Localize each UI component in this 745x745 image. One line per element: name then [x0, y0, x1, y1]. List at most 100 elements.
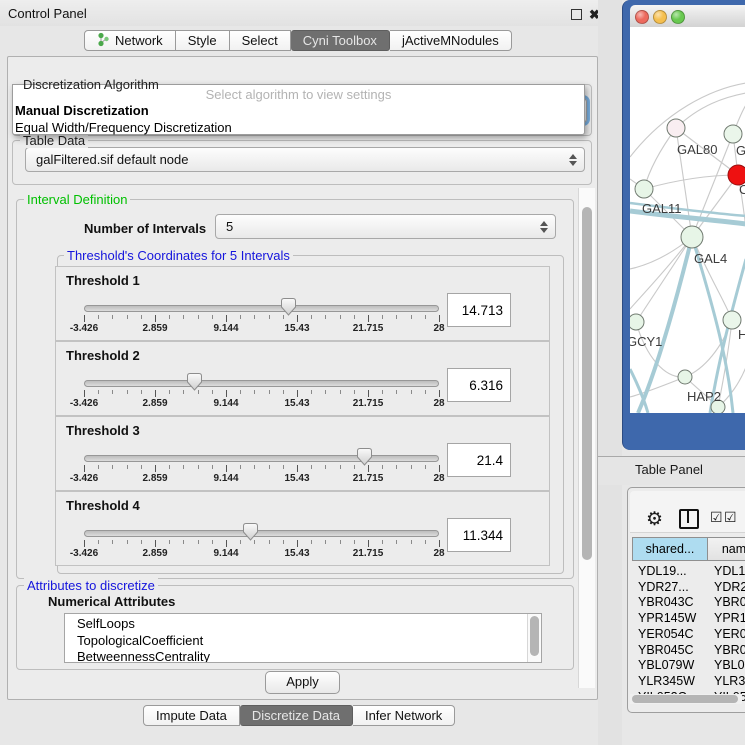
slider-tick [269, 540, 270, 544]
tab-impute-data[interactable]: Impute Data [143, 705, 240, 726]
network-node-HAP2[interactable] [678, 370, 692, 384]
table-cell[interactable]: YLR345W [638, 674, 706, 688]
slider-thumb-threshold-1[interactable] [281, 298, 296, 316]
table-cell[interactable]: YBL079W [714, 658, 745, 672]
attribute-item[interactable]: TopologicalCoefficient [65, 633, 541, 650]
float-panel-icon[interactable] [571, 9, 582, 20]
numerical-attributes-label: Numerical Attributes [48, 594, 175, 609]
mac-close-icon[interactable] [635, 10, 649, 24]
slider-tick-label: 2.859 [142, 323, 167, 334]
network-node-GCY1[interactable] [630, 314, 644, 330]
slider-track[interactable] [84, 305, 439, 312]
slider-tick [340, 540, 341, 544]
tab-select[interactable]: Select [230, 30, 291, 51]
table-hscrollbar-track[interactable] [630, 694, 742, 704]
table-cell[interactable]: YBR043C [714, 595, 745, 609]
tab-cyni-toolbox[interactable]: Cyni Toolbox [291, 30, 390, 51]
group-title: Interval Definition [24, 192, 130, 207]
tab-infer-network[interactable]: Infer Network [353, 705, 455, 726]
slider-tick-label: 9.144 [213, 548, 238, 559]
slider-tick [183, 465, 184, 469]
popup-item-manual-discretization[interactable]: Manual Discretization [13, 102, 584, 119]
tab-network[interactable]: Network [84, 30, 176, 51]
table-cell[interactable]: YBL079W [638, 658, 706, 672]
threshold-value-field[interactable]: 11.344 [447, 518, 511, 552]
slider-tick [212, 315, 213, 319]
slider-tick [297, 540, 298, 547]
network-node-GAL80[interactable] [667, 119, 685, 137]
table-cell[interactable]: YDL19... [714, 564, 745, 578]
table-hscrollbar-thumb[interactable] [632, 695, 738, 703]
slider-tick-label: 15.43 [284, 323, 309, 334]
attributes-scrollbar-track[interactable] [527, 614, 541, 662]
threshold-panel-3: Threshold 3-3.4262.8599.14415.4321.71528… [55, 416, 550, 491]
slider-thumb-threshold-3[interactable] [357, 448, 372, 466]
settings-scrollbar-track[interactable] [578, 188, 595, 688]
panel-splitter[interactable] [598, 0, 622, 745]
network-node-GA[interactable] [724, 125, 742, 143]
table-cell[interactable]: YER054C [638, 627, 706, 641]
mac-minimize-icon[interactable] [653, 10, 667, 24]
table-data-combobox[interactable]: galFiltered.sif default node [25, 147, 585, 172]
slider-tick [254, 315, 255, 319]
numerical-attributes-list[interactable]: SelfLoopsTopologicalCoefficientBetweenne… [64, 613, 542, 663]
tab-jactivemnodules[interactable]: jActiveMNodules [390, 30, 512, 51]
apply-button[interactable]: Apply [265, 671, 340, 694]
attribute-item[interactable]: SelfLoops [65, 616, 541, 633]
slider-tick [368, 465, 369, 472]
threshold-value-field[interactable]: 21.4 [447, 443, 511, 477]
slider-tick [297, 465, 298, 472]
slider-track[interactable] [84, 455, 439, 462]
slider-tick [226, 540, 227, 547]
tab-discretize-data[interactable]: Discretize Data [240, 705, 353, 726]
table-cell[interactable]: YDL19... [638, 564, 706, 578]
table-cell[interactable]: YBR045C [638, 643, 706, 657]
table-cell[interactable]: YLR345W [714, 674, 745, 688]
attribute-item[interactable]: BetweennessCentrality [65, 649, 541, 663]
table-cell[interactable]: YPR145W [638, 611, 706, 625]
slider-tick [155, 540, 156, 547]
threshold-value-field[interactable]: 14.713 [447, 293, 511, 327]
slider-tick [283, 540, 284, 544]
slider-tick [297, 390, 298, 397]
tab-style[interactable]: Style [176, 30, 230, 51]
table-cell[interactable]: YBR043C [638, 595, 706, 609]
table-cell[interactable]: YER054C [714, 627, 745, 641]
mac-zoom-icon[interactable] [671, 10, 685, 24]
slider-track[interactable] [84, 380, 439, 387]
table-cell[interactable]: YDR27... [638, 580, 706, 594]
slider-thumb-threshold-2[interactable] [187, 373, 202, 391]
network-node-GAL11[interactable] [635, 180, 653, 198]
column-header-name[interactable]: name [708, 537, 745, 561]
table-cell[interactable]: YDR27... [714, 580, 745, 594]
network-canvas[interactable]: GAL80GACGAL11GAL4GCY1HHAP2 [630, 27, 745, 413]
slider-tick [439, 390, 440, 397]
slider-tick [98, 465, 99, 469]
num-intervals-combobox[interactable]: 5 [215, 214, 556, 239]
slider-tick [112, 390, 113, 394]
network-node-GAL4[interactable] [681, 226, 703, 248]
gear-icon[interactable]: ⚙ [646, 508, 663, 531]
slider-tick-label: 28 [433, 398, 444, 409]
node-label: GAL11 [642, 201, 682, 216]
slider-tick [269, 390, 270, 394]
slider-thumb-threshold-4[interactable] [243, 523, 258, 541]
popup-item-equal-width-frequency-discretization[interactable]: Equal Width/Frequency Discretization [13, 119, 584, 136]
checkbox-checked-icon[interactable]: ☑ [724, 509, 737, 526]
split-table-icon[interactable] [679, 509, 699, 529]
checkbox-checked-icon[interactable]: ☑ [710, 509, 723, 526]
table-cell[interactable]: YBR045C [714, 643, 745, 657]
slider-tick-label: 28 [433, 473, 444, 484]
slider-track[interactable] [84, 530, 439, 537]
combo-stepper-icon [569, 154, 577, 166]
threshold-value-field[interactable]: 6.316 [447, 368, 511, 402]
slider-tick [411, 315, 412, 319]
popup-item-list: Manual DiscretizationEqual Width/Frequen… [13, 102, 584, 136]
attributes-scrollbar-thumb[interactable] [530, 616, 539, 656]
table-cell[interactable]: YPR145W [714, 611, 745, 625]
slider-tick-label: 15.43 [284, 548, 309, 559]
column-header-shared-[interactable]: shared... [632, 537, 708, 561]
network-edge-highlighted [638, 237, 692, 413]
settings-scrollbar-thumb[interactable] [582, 207, 592, 560]
slider-tick [382, 315, 383, 319]
